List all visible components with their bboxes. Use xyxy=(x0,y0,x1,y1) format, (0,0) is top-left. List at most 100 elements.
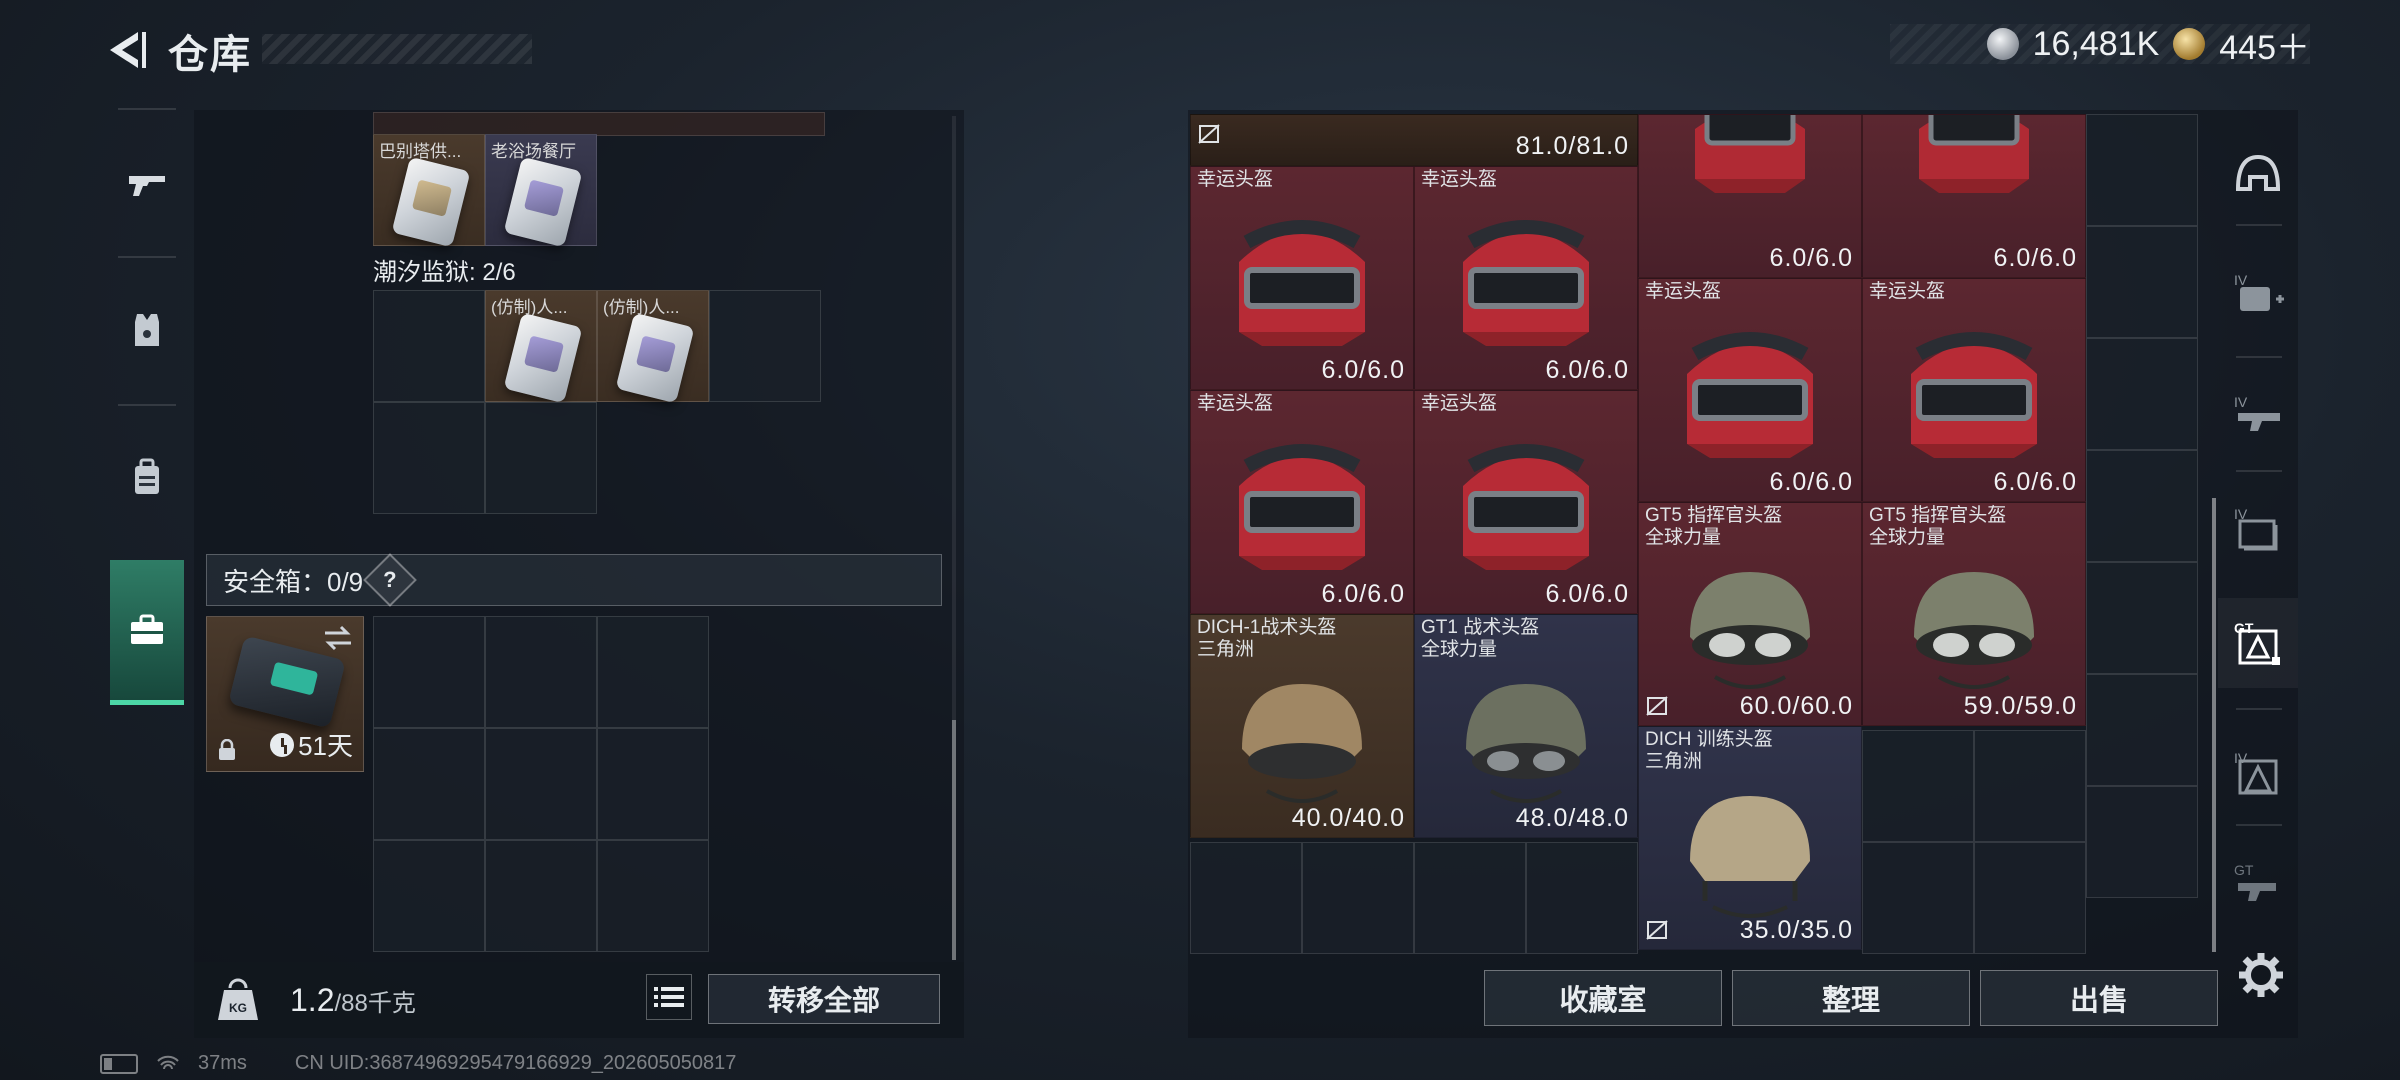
helmet-item[interactable]: 6.0/6.0 xyxy=(1638,114,1862,278)
iv-medkit-icon: IV xyxy=(2234,272,2284,311)
item-name: DICH-1战术头盔 三角洲 xyxy=(1197,617,1337,660)
tab-safebox[interactable] xyxy=(110,560,184,705)
item-label: 老浴场餐厅 xyxy=(491,142,576,161)
ticket-icon xyxy=(503,156,583,248)
partial-row xyxy=(373,112,825,136)
right-tab-rail: IV IV IV GT IV GT xyxy=(2218,128,2298,928)
item-name: DICH 训练头盔 三角洲 xyxy=(1645,729,1773,772)
days-text: 51天 xyxy=(298,731,353,761)
silver-coin-icon xyxy=(1986,28,2019,60)
status-bar: 37ms CN UID:36874969295479166929_2026050… xyxy=(100,1052,736,1075)
briefcase-icon xyxy=(131,614,163,644)
helmet-item[interactable]: 幸运头盔 6.0/6.0 xyxy=(1862,278,2086,502)
empty-slot[interactable] xyxy=(373,290,485,402)
ticket-icon xyxy=(391,156,471,248)
durability-text: 6.0/6.0 xyxy=(1993,244,2077,272)
tab-gt-helmet[interactable]: GT xyxy=(2218,598,2298,688)
safebox-slot[interactable] xyxy=(373,840,485,952)
helmet-item[interactable]: 幸运头盔 6.0/6.0 xyxy=(1414,390,1638,614)
durability-text: 48.0/48.0 xyxy=(1515,804,1629,832)
no-trade-icon xyxy=(1646,696,1668,716)
empty-slot[interactable] xyxy=(373,402,485,514)
help-icon[interactable]: ? xyxy=(363,553,418,607)
tactical-helmet-icon xyxy=(1914,571,2034,689)
durability-text: 6.0/6.0 xyxy=(1545,356,1629,384)
item-name: GT5 指挥官头盔 全球力量 xyxy=(1869,505,2007,548)
list-view-button[interactable] xyxy=(646,974,692,1020)
tab-gt-weapon[interactable]: GT xyxy=(2218,840,2298,930)
helmet-item[interactable]: 81.0/81.0 xyxy=(1190,114,1638,166)
item-label: (仿制)人... xyxy=(491,298,568,317)
left-tab-rail xyxy=(100,108,194,708)
item-name: 幸运头盔 xyxy=(1421,393,1498,414)
tab-iv-armor[interactable]: IV xyxy=(2218,728,2298,818)
safebox-slot[interactable] xyxy=(597,728,709,840)
helmet-item[interactable]: GT5 指挥官头盔 全球力量 60.0/60.0 xyxy=(1638,502,1862,726)
weight-max: /88千克 xyxy=(334,990,416,1017)
helmet-item[interactable]: DICH 训练头盔 三角洲 35.0/35.0 xyxy=(1638,726,1862,950)
iv-armor-icon: IV xyxy=(2234,750,2278,795)
helmet-item[interactable]: 幸运头盔 6.0/6.0 xyxy=(1414,166,1638,390)
ticket-icon xyxy=(503,312,583,404)
safebox-slot[interactable] xyxy=(485,840,597,952)
weight-bar: KG 1.2/88千克 转移全部 xyxy=(194,962,964,1038)
gun-icon xyxy=(129,176,165,196)
helmet-item[interactable]: DICH-1战术头盔 三角洲 40.0/40.0 xyxy=(1190,614,1414,838)
durability-text: 81.0/81.0 xyxy=(1515,132,1629,160)
back-button[interactable] xyxy=(100,26,148,74)
gold-amount[interactable]: 445＋ xyxy=(2219,20,2310,69)
durability-text: 6.0/6.0 xyxy=(1545,580,1629,608)
stash-item[interactable]: 老浴场餐厅 xyxy=(485,134,597,248)
collection-room-button[interactable]: 收藏室 xyxy=(1484,970,1722,1026)
settings-button[interactable] xyxy=(2236,950,2286,1000)
stash-item[interactable]: 巴别塔供... xyxy=(373,134,485,248)
organize-button[interactable]: 整理 xyxy=(1732,970,1970,1026)
tab-iv-add[interactable]: IV xyxy=(2218,250,2298,340)
swap-icon[interactable] xyxy=(321,623,355,653)
svg-text:IV: IV xyxy=(2234,272,2248,288)
helmet-item[interactable]: 幸运头盔 6.0/6.0 xyxy=(1638,278,1862,502)
safebox-slot[interactable] xyxy=(485,616,597,728)
helmet-item[interactable]: 6.0/6.0 xyxy=(1862,114,2086,278)
item-name: 幸运头盔 xyxy=(1197,169,1274,190)
tab-armor[interactable] xyxy=(100,260,194,400)
svg-text:IV: IV xyxy=(2234,394,2248,410)
helmet-item[interactable]: GT1 战术头盔 全球力量 48.0/48.0 xyxy=(1414,614,1638,838)
safebox-item[interactable]: 51天 xyxy=(206,616,364,772)
safebox-slot[interactable] xyxy=(373,616,485,728)
tab-iv-weapon[interactable]: IV xyxy=(2218,372,2298,462)
lucky-helmet-icon xyxy=(1463,219,1589,346)
durability-text: 6.0/6.0 xyxy=(1769,244,1853,272)
item-name: GT1 战术头盔 全球力量 xyxy=(1421,617,1540,660)
battery-icon xyxy=(100,1053,138,1074)
transfer-all-button[interactable]: 转移全部 xyxy=(708,974,940,1024)
helmet-item[interactable]: GT5 指挥官头盔 全球力量 59.0/59.0 xyxy=(1862,502,2086,726)
tab-iv-files[interactable]: IV xyxy=(2218,484,2298,574)
safebox-slot[interactable] xyxy=(485,728,597,840)
sell-button[interactable]: 出售 xyxy=(1980,970,2218,1026)
item-label: 巴别塔供... xyxy=(379,142,462,161)
left-scrollbar[interactable] xyxy=(952,720,956,960)
helmet-item[interactable]: 幸运头盔 6.0/6.0 xyxy=(1190,166,1414,390)
prison-section-label: 潮汐监狱: 2/6 xyxy=(373,259,516,286)
silver-amount: 16,481K xyxy=(2032,24,2160,63)
lucky-helmet-icon xyxy=(1239,219,1365,346)
item-name: 幸运头盔 xyxy=(1869,281,1946,302)
stash-item[interactable]: (仿制)人... xyxy=(597,290,709,404)
empty-slot[interactable] xyxy=(709,290,821,402)
tab-weapons[interactable] xyxy=(100,114,194,254)
stash-item[interactable]: (仿制)人... xyxy=(485,290,597,404)
armor-vest-icon xyxy=(135,314,159,346)
tactical-helmet-icon xyxy=(1242,683,1362,803)
safebox-slot[interactable] xyxy=(597,616,709,728)
empty-slot[interactable] xyxy=(485,402,597,514)
durability-text: 40.0/40.0 xyxy=(1291,804,1405,832)
safebox-slot[interactable] xyxy=(373,728,485,840)
helmet-item[interactable]: 幸运头盔 6.0/6.0 xyxy=(1190,390,1414,614)
tab-all[interactable] xyxy=(2218,130,2298,220)
lucky-helmet-icon xyxy=(1239,443,1365,570)
tab-backpack[interactable] xyxy=(100,408,194,548)
right-scrollbar[interactable] xyxy=(2212,498,2216,952)
weight-current: 1.2 xyxy=(290,982,335,1018)
safebox-slot[interactable] xyxy=(597,840,709,952)
